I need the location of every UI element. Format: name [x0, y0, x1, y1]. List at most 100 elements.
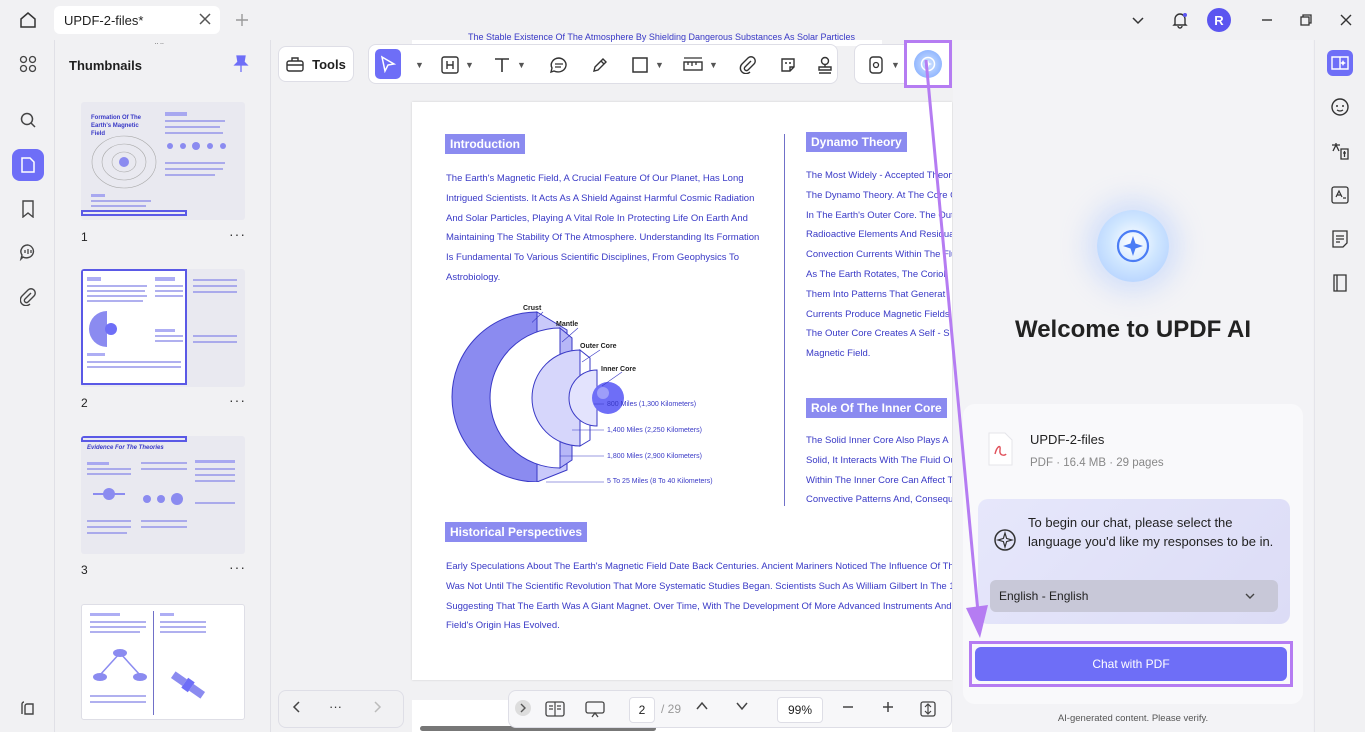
minimize-icon[interactable]	[1255, 8, 1279, 32]
new-tab-icon[interactable]	[230, 8, 254, 32]
home-icon[interactable]	[16, 8, 40, 32]
chevron-down-icon: ▼	[465, 60, 474, 70]
select-tool-button[interactable]	[375, 49, 401, 79]
close-tab-icon[interactable]	[198, 12, 212, 26]
document-area: The Stable Existence Of The Atmosphere B…	[272, 32, 952, 732]
ai-chat-bot-icon[interactable]	[1327, 94, 1353, 120]
sticker-tool-button[interactable]	[779, 53, 797, 77]
thumbnail-page-2[interactable]	[81, 269, 245, 387]
thumbnail-number-1: 1	[81, 230, 88, 244]
nav-more-button[interactable]: ···	[329, 699, 342, 714]
stamp-tool-button[interactable]	[817, 53, 833, 77]
distance-label-2: 1,400 Miles (2,250 Kilometers)	[607, 427, 702, 434]
comment-icon	[550, 57, 567, 74]
thumbnails-title: Thumbnails	[69, 58, 142, 73]
back-button[interactable]	[291, 700, 303, 714]
page-control-bar: 2 / 29 99%	[508, 690, 952, 728]
forward-button[interactable]	[371, 700, 383, 714]
bell-icon[interactable]	[1168, 8, 1192, 32]
layers-icon[interactable]	[12, 692, 44, 724]
chevron-down-icon	[736, 702, 748, 711]
search-icon[interactable]	[12, 104, 44, 136]
comment-tool-button[interactable]	[549, 53, 569, 77]
close-window-icon[interactable]	[1334, 8, 1358, 32]
thumbnail-page-1[interactable]: Formation Of The Earth's Magnetic Field	[81, 102, 245, 220]
ruler-icon	[683, 57, 703, 71]
zoom-out-button[interactable]	[841, 700, 855, 714]
chevron-right-icon	[520, 703, 526, 713]
dynamo-theory-heading: Dynamo Theory	[806, 132, 907, 152]
chevron-down-icon: ▼	[655, 60, 664, 70]
ai-welcome-title: Welcome to UPDF AI	[1014, 316, 1252, 343]
thumbnails-panel: ¨¨ Thumbnails Formation Of The Earth's M…	[54, 40, 271, 732]
file-meta: PDF · 16.4 MB · 29 pages	[1030, 457, 1164, 469]
panel-grip[interactable]: ¨¨	[155, 42, 166, 53]
updf-ai-logo-icon	[1097, 210, 1169, 282]
ai-assistant-panel: Welcome to UPDF AI UPDF-2-files PDF · 16…	[953, 40, 1313, 732]
stamp-icon	[818, 56, 832, 74]
chat-with-pdf-button[interactable]: Chat with PDF	[975, 647, 1287, 681]
select-tool-dropdown[interactable]: ▼	[409, 53, 424, 77]
attach-tool-button[interactable]	[739, 53, 757, 77]
chevron-up-icon	[696, 701, 708, 710]
previous-page-text: The Stable Existence Of The Atmosphere B…	[468, 32, 856, 42]
fit-page-button[interactable]	[919, 700, 937, 718]
paperclip-icon	[739, 56, 756, 74]
text-tool-button[interactable]: ▼	[493, 53, 526, 77]
attachment-icon[interactable]	[12, 281, 44, 313]
bookmark-icon[interactable]	[12, 193, 44, 225]
shape-tool-button[interactable]: ▼	[631, 53, 664, 77]
ai-assistant-icon[interactable]	[1327, 50, 1353, 76]
navigation-bar: ···	[278, 690, 404, 728]
chevron-down-icon: ▼	[415, 60, 424, 70]
apps-grid-icon[interactable]	[12, 48, 44, 80]
screenshot-icon	[869, 56, 883, 74]
thumbnail-more-button-1[interactable]: ···	[229, 226, 246, 242]
diagram-leader-lines	[532, 311, 623, 483]
presentation-button[interactable]	[585, 700, 605, 718]
distance-label-3: 1,800 Miles (2,900 Kilometers)	[607, 453, 702, 460]
heading-tool-button[interactable]: ▼	[441, 53, 474, 77]
plus-icon	[883, 702, 893, 712]
text-icon	[495, 58, 509, 72]
language-select[interactable]: English - English	[990, 580, 1278, 612]
form-icon[interactable]	[1327, 226, 1353, 252]
next-page-button[interactable]	[735, 700, 749, 712]
chevron-left-icon	[292, 701, 300, 713]
zoom-in-button[interactable]	[881, 700, 895, 714]
restore-icon[interactable]	[1294, 8, 1318, 32]
previous-page-button[interactable]	[695, 700, 709, 712]
measure-tool-button[interactable]: ▼	[683, 53, 718, 77]
thumbnail-page-3[interactable]: Evidence For The Theories	[81, 436, 245, 554]
book-icon[interactable]	[1327, 270, 1353, 296]
distance-label-4: 5 To 25 Miles (8 To 40 Kilometers)	[607, 478, 713, 485]
comments-icon[interactable]	[12, 236, 44, 268]
toolbox-icon	[286, 57, 304, 72]
page-layout-button[interactable]	[545, 700, 565, 718]
thumbnail-page-4[interactable]	[81, 604, 245, 720]
file-name: UPDF-2-files	[1030, 432, 1105, 447]
chevron-down-icon: ▼	[709, 60, 718, 70]
thumbnail-more-button-3[interactable]: ···	[229, 559, 246, 575]
thumbnail-more-button-2[interactable]: ···	[229, 392, 246, 408]
current-page-input[interactable]: 2	[629, 697, 655, 723]
thumbnails-page-icon[interactable]	[12, 149, 44, 181]
left-rail	[4, 40, 52, 732]
tools-button[interactable]: Tools	[278, 46, 354, 82]
screenshot-tool-button[interactable]: ▼	[867, 53, 900, 77]
cursor-icon	[380, 55, 397, 73]
historical-perspectives-text: Early Speculations About The Earth's Mag…	[446, 561, 952, 632]
chevron-down-icon: ▼	[891, 60, 900, 70]
fit-page-icon	[920, 701, 936, 717]
user-avatar[interactable]: R	[1207, 8, 1231, 32]
tools-label: Tools	[312, 56, 346, 72]
collapse-bar-button[interactable]	[515, 700, 531, 716]
document-tab-title: UPDF-2-files*	[64, 12, 144, 28]
document-tab[interactable]: UPDF-2-files*	[54, 6, 220, 34]
pencil-tool-button[interactable]	[591, 53, 609, 77]
pin-icon[interactable]	[233, 54, 249, 74]
zoom-level-input[interactable]: 99%	[777, 697, 823, 723]
translate-icon[interactable]	[1327, 138, 1353, 164]
ocr-icon[interactable]	[1327, 182, 1353, 208]
chevron-down-icon[interactable]	[1126, 8, 1150, 32]
